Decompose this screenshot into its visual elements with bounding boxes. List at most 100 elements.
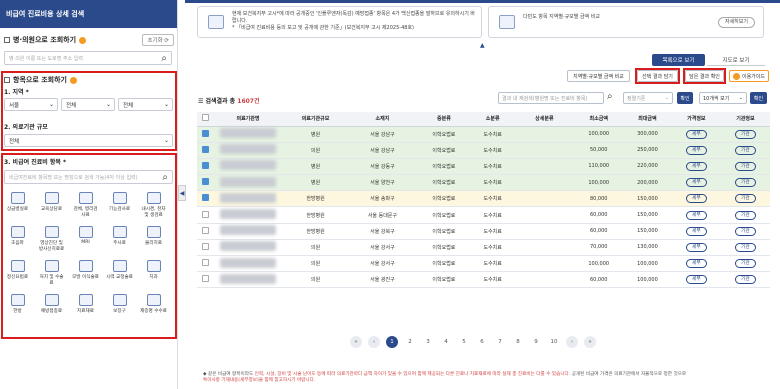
region-compare-button[interactable]: 지역별·규모별 금액 비교 <box>567 70 630 82</box>
row-checkbox-cell[interactable] <box>197 223 213 240</box>
table-row[interactable]: 병원 서울 강동구 이학요법료 도수치료 110,000 220,000 세부 기관 <box>197 158 770 176</box>
treatment-search-input[interactable]: 비급여진료비 항목명 또는 명칭으로 검색 가능(4자 이상 입력) ⌕ <box>4 170 173 184</box>
treatment-category-material[interactable]: 치료재료 <box>72 294 99 314</box>
table-row[interactable]: 의원 서울 강서구 이학요법료 도수치료 100,000 100,000 세부 기관 <box>197 255 770 273</box>
select-all-cell[interactable] <box>197 112 213 127</box>
treatment-category-radiology[interactable]: 영상진단 및 방사선치료료 <box>38 226 65 252</box>
page-8[interactable]: 8 <box>512 336 524 348</box>
institution-button[interactable]: 기관 <box>735 194 756 204</box>
search-icon[interactable]: ⌕ <box>607 91 613 102</box>
per-page-select[interactable]: 10개씩 보기 ⌄ <box>699 92 747 104</box>
search-icon[interactable]: ⌕ <box>161 53 167 64</box>
institution-button[interactable]: 기관 <box>735 259 756 269</box>
row-checkbox[interactable] <box>201 210 209 218</box>
institution-button[interactable]: 기관 <box>735 242 756 252</box>
next-page-icon[interactable]: › <box>566 336 578 348</box>
row-checkbox[interactable] <box>201 161 209 169</box>
table-row[interactable]: 의원 서울 강서구 이학요법료 도수치료 70,000 130,000 세부 기관 <box>197 239 770 257</box>
search-icon[interactable]: ⌕ <box>162 172 168 183</box>
treatment-category-therapy[interactable]: 물리치료 <box>140 226 167 246</box>
guide-button[interactable]: 이용가이드 <box>729 70 769 82</box>
treatment-category-certificate[interactable]: 제증명 수수료 <box>140 294 167 314</box>
page-6[interactable]: 6 <box>476 336 488 348</box>
row-checkbox-cell[interactable] <box>197 271 213 289</box>
table-row[interactable]: 병원 서울 양천구 이학요법료 도수치료 100,000 200,000 세부 기관 <box>197 174 770 192</box>
tab-list-view[interactable]: 목록으로 보기 <box>652 54 705 66</box>
treatment-category-vaccine[interactable]: 예방접종료 <box>38 294 65 314</box>
row-checkbox-cell[interactable] <box>197 174 213 192</box>
row-checkbox[interactable] <box>201 242 209 250</box>
view-cart-button[interactable]: 담은 결과 확인 <box>685 70 724 82</box>
region-select-dong[interactable]: 전체 ⌄ <box>118 98 173 111</box>
treatment-category-herb[interactable]: 한방 <box>4 294 31 314</box>
price-detail-button[interactable]: 세부 <box>685 226 707 236</box>
price-detail-button[interactable]: 세부 <box>685 194 707 204</box>
treatment-category-endoscope[interactable]: 내시경, 천자및 생검료 <box>140 192 167 218</box>
prev-page-icon[interactable]: ‹ <box>368 336 380 348</box>
first-page-icon[interactable]: « <box>350 336 362 348</box>
table-row[interactable]: 한방병원 서울 강북구 이학요법료 도수치료 60,000 150,000 세부 기관 <box>197 223 770 240</box>
add-selected-button[interactable]: 선택 결과 담기 <box>637 70 678 82</box>
row-checkbox[interactable] <box>201 226 209 234</box>
row-checkbox[interactable] <box>201 129 209 137</box>
table-row[interactable]: 의원 서울 광진구 이학요법료 도수치료 60,000 100,000 세부 기관 <box>197 271 770 289</box>
result-search-input[interactable]: 결과 내 재검색(병원명 또는 진료비 항목) <box>498 92 604 104</box>
price-detail-button[interactable]: 세부 <box>685 259 707 269</box>
treatment-category-function[interactable]: 기능검사료 <box>106 192 133 212</box>
last-page-icon[interactable]: » <box>584 336 596 348</box>
page-5[interactable]: 5 <box>458 336 470 348</box>
treatment-category-surgery[interactable]: 처치 및 수술료 <box>38 260 65 286</box>
row-checkbox-cell[interactable] <box>197 190 213 208</box>
institution-button[interactable]: 기관 <box>735 145 756 155</box>
per-page-confirm-button[interactable]: 확인 <box>750 92 767 104</box>
page-7[interactable]: 7 <box>494 336 506 348</box>
detail-view-button[interactable]: 자세히보기 <box>717 17 755 28</box>
treatment-category-ultrasound[interactable]: 초음파 <box>4 226 31 246</box>
reset-button[interactable]: 초기화 ⟳ <box>142 34 174 46</box>
treatment-category-bed[interactable]: 상급병실료 <box>4 192 31 212</box>
help-icon[interactable] <box>79 36 87 44</box>
institution-button[interactable]: 기관 <box>735 226 756 236</box>
size-select[interactable]: 전체 ⌄ <box>4 134 173 147</box>
table-row[interactable]: 한방병원 서울 송파구 이학요법료 도수치료 80,000 150,000 세부 기관 <box>197 190 770 208</box>
sort-confirm-button[interactable]: 확인 <box>677 92 693 104</box>
row-checkbox[interactable] <box>201 259 209 267</box>
row-checkbox-cell[interactable] <box>197 206 213 224</box>
price-detail-button[interactable]: 세부 <box>685 178 707 188</box>
tab-map-view[interactable]: 지도로 보기 <box>707 54 765 66</box>
row-checkbox-cell[interactable] <box>197 239 213 257</box>
select-all-checkbox[interactable] <box>201 114 209 122</box>
row-checkbox-cell[interactable] <box>197 158 213 176</box>
row-checkbox[interactable] <box>201 178 209 186</box>
table-row[interactable]: 의원 서울 강남구 이학요법료 도수치료 50,000 250,000 세부 기관 <box>197 142 770 159</box>
treatment-category-mental[interactable]: 정신요법료 <box>4 260 31 280</box>
row-checkbox-cell[interactable] <box>197 126 213 143</box>
row-checkbox-cell[interactable] <box>197 255 213 273</box>
price-detail-button[interactable]: 세부 <box>685 161 707 171</box>
treatment-category-tooth[interactable]: 치과 <box>140 260 167 280</box>
treatment-category-test[interactable]: 검체, 병리검사료 <box>72 192 99 218</box>
page-9[interactable]: 9 <box>530 336 542 348</box>
region-select-sido[interactable]: 서울 ⌄ <box>4 98 58 111</box>
table-row[interactable]: 병원 서울 강남구 이학요법료 도수치료 100,000 300,000 세부 기관 <box>197 126 770 143</box>
page-4[interactable]: 4 <box>440 336 452 348</box>
row-checkbox[interactable] <box>201 194 209 202</box>
region-select-sigungu[interactable]: 전체 ⌄ <box>61 98 115 111</box>
row-checkbox[interactable] <box>201 145 209 153</box>
page-3[interactable]: 3 <box>422 336 434 348</box>
collapse-sidebar-button[interactable]: ◀ <box>178 185 186 201</box>
page-1[interactable]: 1 <box>386 336 398 348</box>
table-row[interactable]: 한방병원 서울 동대문구 이학요법료 도수치료 60,000 150,000 세부 기관 <box>197 206 770 224</box>
help-icon[interactable] <box>69 76 77 84</box>
treatment-category-injection[interactable]: 주사료 <box>106 226 133 246</box>
collapse-notice-icon[interactable]: ▲ <box>480 42 485 49</box>
price-detail-button[interactable]: 세부 <box>685 129 707 139</box>
price-detail-button[interactable]: 세부 <box>685 275 707 285</box>
institution-button[interactable]: 기관 <box>735 161 756 171</box>
page-2[interactable]: 2 <box>404 336 416 348</box>
price-detail-button[interactable]: 세부 <box>685 210 707 220</box>
treatment-category-mri[interactable]: MRI <box>72 226 99 245</box>
hospital-search-input[interactable]: 병·의원 이름 또는 도로명 주소 입력 ⌕ <box>4 51 172 65</box>
row-checkbox[interactable] <box>201 275 209 283</box>
treatment-category-eye[interactable]: 시력 교정술료 <box>106 260 133 280</box>
